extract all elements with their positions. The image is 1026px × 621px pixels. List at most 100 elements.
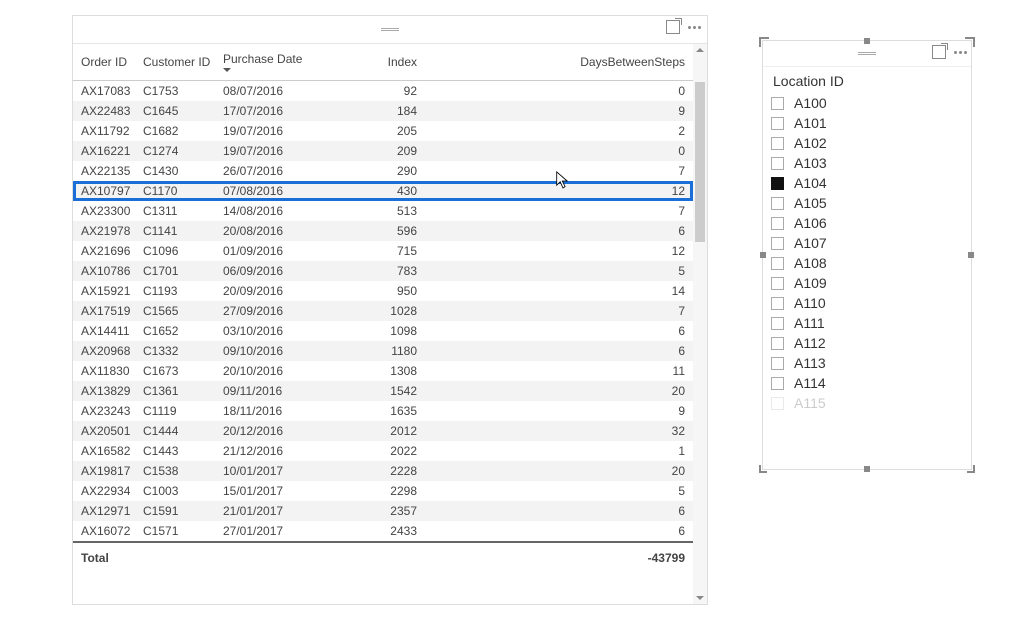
scroll-thumb[interactable]: [695, 82, 705, 242]
focus-mode-icon[interactable]: [666, 20, 680, 34]
table-row[interactable]: AX12971C159121/01/201723576: [73, 501, 693, 521]
cell-purchase_date: 27/09/2016: [215, 301, 315, 321]
slicer-item[interactable]: A113: [771, 353, 963, 373]
slicer-item[interactable]: A114: [771, 373, 963, 393]
cell-days: 1: [425, 441, 693, 461]
checkbox-icon[interactable]: [771, 97, 784, 110]
checkbox-icon[interactable]: [771, 117, 784, 130]
col-order-id[interactable]: Order ID: [73, 44, 135, 81]
slicer-item[interactable]: A103: [771, 153, 963, 173]
slicer-visual[interactable]: Location ID A100 A101 A102 A103 A104A105A106…: [762, 40, 972, 470]
slicer-item[interactable]: A105: [771, 193, 963, 213]
table-row[interactable]: AX20501C144420/12/2016201232: [73, 421, 693, 441]
table-row[interactable]: AX10786C170106/09/20167835: [73, 261, 693, 281]
table-row[interactable]: AX21696C109601/09/201671512: [73, 241, 693, 261]
table-drag-bar[interactable]: [73, 16, 707, 44]
cell-order_id: AX22135: [73, 161, 135, 181]
cell-order_id: AX16582: [73, 441, 135, 461]
slicer-item[interactable]: A115: [771, 393, 963, 413]
table-row[interactable]: AX14411C165203/10/201610986: [73, 321, 693, 341]
cell-customer_id: C1682: [135, 121, 215, 141]
cell-days: 9: [425, 101, 693, 121]
cell-purchase_date: 27/01/2017: [215, 521, 315, 542]
cell-days: 2: [425, 121, 693, 141]
table-row[interactable]: AX17083C175308/07/2016920: [73, 81, 693, 102]
checkbox-icon[interactable]: [771, 397, 784, 410]
col-days-between[interactable]: DaysBetweenSteps: [425, 44, 693, 81]
cell-index: 92: [315, 81, 425, 102]
slicer-item[interactable]: A102: [771, 133, 963, 153]
more-options-icon[interactable]: [688, 26, 701, 29]
grip-icon: [381, 28, 399, 31]
checkbox-icon[interactable]: [771, 377, 784, 390]
cell-days: 9: [425, 401, 693, 421]
slicer-drag-bar[interactable]: [763, 41, 971, 67]
table-row[interactable]: AX10797C117007/08/201643012: [73, 181, 693, 201]
cell-purchase_date: 15/01/2017: [215, 481, 315, 501]
vertical-scrollbar[interactable]: [693, 44, 707, 604]
cell-days: 5: [425, 261, 693, 281]
checkbox-icon[interactable]: [771, 197, 784, 210]
cell-index: 715: [315, 241, 425, 261]
cell-customer_id: C1753: [135, 81, 215, 102]
table-row[interactable]: AX13829C136109/11/2016154220: [73, 381, 693, 401]
checkbox-icon[interactable]: [771, 237, 784, 250]
more-options-icon[interactable]: [954, 51, 967, 54]
slicer-item-label: A101: [794, 115, 827, 131]
table-row[interactable]: AX20968C133209/10/201611806: [73, 341, 693, 361]
slicer-item[interactable]: A109: [771, 273, 963, 293]
checkbox-icon[interactable]: [771, 337, 784, 350]
focus-mode-icon[interactable]: [932, 45, 946, 59]
checkbox-icon[interactable]: [771, 277, 784, 290]
checkbox-icon[interactable]: [771, 217, 784, 230]
col-purchase-date[interactable]: Purchase Date: [215, 44, 315, 81]
table-row[interactable]: AX16221C127419/07/20162090: [73, 141, 693, 161]
checkbox-icon[interactable]: [771, 297, 784, 310]
slicer-item[interactable]: A100: [771, 93, 963, 113]
table-row[interactable]: AX23243C111918/11/201616359: [73, 401, 693, 421]
slicer-item-label: A114: [794, 375, 826, 391]
scroll-down-icon[interactable]: [693, 590, 707, 604]
cell-customer_id: C1361: [135, 381, 215, 401]
col-index[interactable]: Index: [315, 44, 425, 81]
slicer-item[interactable]: A108: [771, 253, 963, 273]
checkbox-icon[interactable]: [771, 137, 784, 150]
cell-customer_id: C1170: [135, 181, 215, 201]
table-row[interactable]: AX21978C114120/08/20165966: [73, 221, 693, 241]
table-row[interactable]: AX17519C156527/09/201610287: [73, 301, 693, 321]
table-row[interactable]: AX22483C164517/07/20161849: [73, 101, 693, 121]
slicer-title: Location ID: [763, 67, 971, 93]
scroll-up-icon[interactable]: [693, 44, 707, 58]
checkbox-icon[interactable]: [771, 317, 784, 330]
slicer-item[interactable]: A101: [771, 113, 963, 133]
slicer-item[interactable]: A110: [771, 293, 963, 313]
cell-purchase_date: 19/07/2016: [215, 121, 315, 141]
table-row[interactable]: AX11792C168219/07/20162052: [73, 121, 693, 141]
cell-index: 430: [315, 181, 425, 201]
table-row[interactable]: AX11830C167320/10/2016130811: [73, 361, 693, 381]
table-row[interactable]: AX23300C131114/08/20165137: [73, 201, 693, 221]
slicer-item-label: A103: [794, 155, 827, 171]
checkbox-icon[interactable]: [771, 157, 784, 170]
cell-purchase_date: 17/07/2016: [215, 101, 315, 121]
slicer-item[interactable]: A106: [771, 213, 963, 233]
slicer-item[interactable]: A111: [771, 313, 963, 333]
checkbox-icon[interactable]: [771, 357, 784, 370]
cell-order_id: AX19817: [73, 461, 135, 481]
slicer-item[interactable]: A107: [771, 233, 963, 253]
table-row[interactable]: AX16582C144321/12/201620221: [73, 441, 693, 461]
table-row[interactable]: AX15921C119320/09/201695014: [73, 281, 693, 301]
orders-table: Order ID Customer ID Purchase Date Index…: [73, 44, 693, 573]
table-row[interactable]: AX19817C153810/01/2017222820: [73, 461, 693, 481]
table-row[interactable]: AX16072C157127/01/201724336: [73, 521, 693, 542]
slicer-item[interactable]: A112: [771, 333, 963, 353]
slicer-item[interactable]: A104: [771, 173, 963, 193]
table-row[interactable]: AX22934C100315/01/201722985: [73, 481, 693, 501]
col-customer-id[interactable]: Customer ID: [135, 44, 215, 81]
cell-days: 6: [425, 521, 693, 542]
cell-days: 0: [425, 81, 693, 102]
checkbox-icon[interactable]: [771, 257, 784, 270]
table-row[interactable]: AX22135C143026/07/20162907: [73, 161, 693, 181]
cell-customer_id: C1274: [135, 141, 215, 161]
checkbox-icon[interactable]: [771, 177, 784, 190]
